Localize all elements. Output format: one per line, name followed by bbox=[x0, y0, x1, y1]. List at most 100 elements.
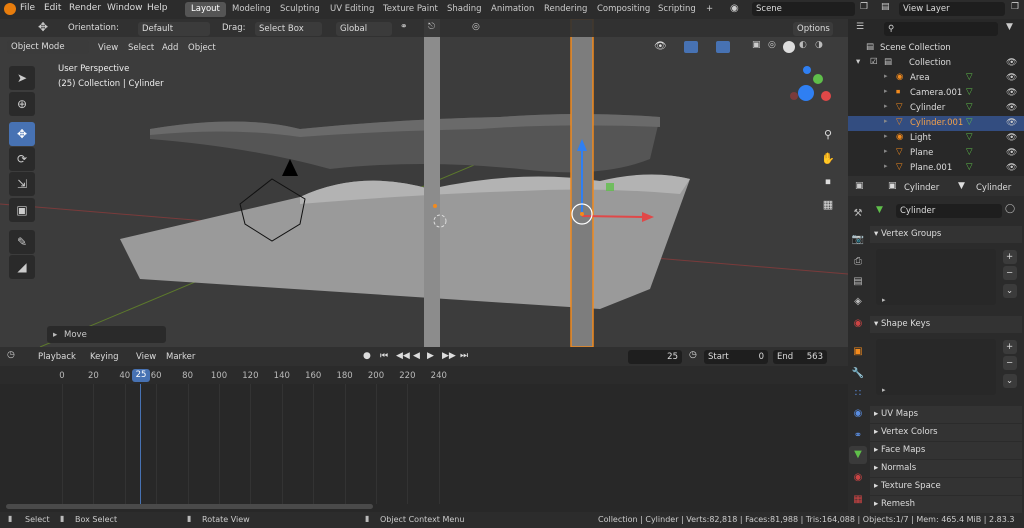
expand-icon[interactable]: ▸ bbox=[884, 72, 888, 80]
start-frame-field[interactable]: Start 0 bbox=[704, 350, 768, 364]
outliner-search-input[interactable]: ⚲ bbox=[884, 22, 998, 36]
eye-icon[interactable]: 👁 bbox=[1006, 148, 1017, 158]
expand-icon[interactable]: ▾ bbox=[856, 57, 860, 67]
outliner-item[interactable]: ▸ ▽ Cylinder ▽ 👁 bbox=[848, 101, 1024, 116]
tab-rendering[interactable]: Rendering bbox=[538, 2, 593, 17]
constraints-tab-icon[interactable]: ⚭ bbox=[850, 428, 866, 444]
list-expand-icon[interactable]: ▸ bbox=[882, 296, 886, 304]
tab-compositing[interactable]: Compositing bbox=[591, 2, 656, 17]
menu-render[interactable]: Render bbox=[69, 3, 101, 13]
section-collapsed[interactable]: ▸ Face Maps bbox=[870, 442, 1022, 459]
record-icon[interactable]: ● bbox=[363, 351, 371, 361]
world-tab-icon[interactable]: ◉ bbox=[850, 316, 866, 332]
section-shape-keys[interactable]: ▾ Shape Keys bbox=[870, 316, 1022, 333]
eye-icon[interactable]: 👁 bbox=[1006, 163, 1017, 173]
snap-icon[interactable]: ⎋ bbox=[428, 22, 435, 32]
shading-solid-icon[interactable] bbox=[783, 41, 795, 53]
overlay-toggle-icon[interactable] bbox=[716, 41, 730, 53]
outliner-item[interactable]: ▸ ◉ Area ▽ 👁 bbox=[848, 71, 1024, 86]
transform-gizmo-icon[interactable]: ✥ bbox=[38, 20, 48, 34]
timeline-scrollbar[interactable] bbox=[6, 504, 373, 509]
blender-logo-icon[interactable] bbox=[4, 3, 16, 15]
vertex-groups-list[interactable] bbox=[876, 249, 996, 305]
eye-icon[interactable]: 👁 bbox=[1006, 58, 1017, 68]
next-keyframe-icon[interactable]: ▶▶ bbox=[442, 351, 456, 361]
prev-keyframe-icon[interactable]: ◀◀ bbox=[396, 351, 410, 361]
scale-tool-icon[interactable]: ⇲ bbox=[9, 172, 35, 196]
data-tab-icon[interactable]: ▼ bbox=[849, 446, 867, 464]
outliner-editor-icon[interactable]: ☰ bbox=[856, 22, 864, 32]
tab-animation[interactable]: Animation bbox=[485, 2, 540, 17]
object-data-icon[interactable]: ▽ bbox=[966, 87, 973, 97]
ortho-grid-icon[interactable]: ▦ bbox=[818, 196, 838, 214]
pivot-icon[interactable]: ⚭ bbox=[400, 22, 408, 32]
shading-wireframe-icon[interactable]: ◎ bbox=[768, 40, 776, 50]
jump-end-icon[interactable]: ⏭ bbox=[460, 351, 468, 361]
shading-material-icon[interactable]: ◐ bbox=[799, 40, 807, 50]
remove-vertex-group-icon[interactable]: − bbox=[1003, 266, 1017, 280]
editor-type-icon[interactable]: ◷ bbox=[7, 350, 15, 360]
scene-collection-row[interactable]: ▤ Scene Collection bbox=[848, 41, 1024, 56]
annotate-tool-icon[interactable]: ✎ bbox=[9, 230, 35, 254]
fake-user-icon[interactable]: ◯ bbox=[1005, 204, 1015, 214]
menu-help[interactable]: Help bbox=[147, 3, 168, 13]
eye-icon[interactable]: 👁 bbox=[1006, 103, 1017, 113]
section-collapsed[interactable]: ▸ Texture Space bbox=[870, 478, 1022, 495]
expand-icon[interactable]: ▸ bbox=[884, 147, 888, 155]
tab-uv-editing[interactable]: UV Editing bbox=[324, 2, 380, 17]
expand-icon[interactable]: ▸ bbox=[884, 162, 888, 170]
camera-view-icon[interactable]: ⏹ bbox=[818, 173, 838, 191]
particles-tab-icon[interactable]: ∷ bbox=[850, 386, 866, 402]
outliner-item[interactable]: ▸ ⏹ Camera.001 ▽ 👁 bbox=[848, 86, 1024, 101]
pan-hand-icon[interactable]: ✋ bbox=[818, 150, 838, 168]
material-tab-icon[interactable]: ◉ bbox=[850, 470, 866, 486]
menu-file[interactable]: File bbox=[20, 3, 35, 13]
modifier-tab-icon[interactable]: 🔧 bbox=[850, 366, 866, 382]
proportional-edit-icon[interactable]: ◎ bbox=[472, 22, 480, 32]
expand-icon[interactable]: ▸ bbox=[884, 117, 888, 125]
scene-icon[interactable]: ◉ bbox=[730, 3, 739, 14]
xray-icon[interactable]: ▣ bbox=[752, 40, 761, 50]
outliner-item[interactable]: ▸ ▽ Plane.001 ▽ 👁 bbox=[848, 161, 1024, 176]
cursor-tool-icon[interactable]: ⊕ bbox=[9, 92, 35, 116]
tab-shading[interactable]: Shading bbox=[441, 2, 488, 17]
orientation-dropdown[interactable]: Default bbox=[138, 22, 210, 36]
physics-tab-icon[interactable]: ◉ bbox=[850, 406, 866, 422]
eye-icon[interactable]: 👁 bbox=[1006, 118, 1017, 128]
section-collapsed[interactable]: ▸ Remesh bbox=[870, 496, 1022, 513]
move-tool-icon[interactable]: ✥ bbox=[9, 122, 35, 146]
view-layer-tab-icon[interactable]: ▤ bbox=[850, 274, 866, 290]
expand-icon[interactable]: ▸ bbox=[884, 132, 888, 140]
remove-shape-key-icon[interactable]: − bbox=[1003, 356, 1017, 370]
transform-tool-icon[interactable]: ▣ bbox=[9, 198, 35, 222]
view-layer-icon[interactable]: ▤ bbox=[881, 2, 890, 12]
tab-texture-paint[interactable]: Texture Paint bbox=[377, 2, 444, 17]
object-tab-icon[interactable]: ▣ bbox=[850, 344, 866, 360]
tab-layout[interactable]: Layout bbox=[185, 2, 226, 17]
expand-icon[interactable]: ▸ bbox=[884, 87, 888, 95]
select-tool-icon[interactable]: ➤ bbox=[9, 66, 35, 90]
eye-icon[interactable]: 👁 bbox=[1006, 133, 1017, 143]
scene-tab-icon[interactable]: ◈ bbox=[850, 294, 866, 310]
shading-rendered-icon[interactable]: ◑ bbox=[815, 40, 823, 50]
menu-window[interactable]: Window bbox=[107, 3, 143, 13]
end-frame-field[interactable]: End 563 bbox=[773, 350, 827, 364]
object-data-icon[interactable]: ▽ bbox=[966, 102, 973, 112]
menu-keying[interactable]: Keying bbox=[90, 352, 119, 362]
drag-dropdown[interactable]: Select Box bbox=[255, 22, 322, 36]
playhead-marker[interactable]: 25 bbox=[132, 369, 150, 382]
gizmo-toggle-icon[interactable] bbox=[684, 41, 698, 53]
menu-object[interactable]: Object bbox=[188, 43, 216, 53]
view-layer-field[interactable]: View Layer bbox=[899, 2, 1005, 16]
collection-row[interactable]: ▾ ☑ ▤ Collection 👁 bbox=[848, 56, 1024, 71]
scene-field[interactable]: Scene bbox=[752, 2, 855, 16]
new-view-layer-icon[interactable]: ❐ bbox=[1011, 2, 1019, 12]
menu-select[interactable]: Select bbox=[128, 43, 154, 53]
tab-modeling[interactable]: Modeling bbox=[226, 2, 277, 17]
object-data-icon[interactable]: ▽ bbox=[966, 117, 973, 127]
play-reverse-icon[interactable]: ◀ bbox=[413, 351, 420, 361]
menu-timeline-view[interactable]: View bbox=[136, 352, 156, 362]
object-data-icon[interactable]: ▽ bbox=[966, 162, 973, 172]
rotate-tool-icon[interactable]: ⟳ bbox=[9, 147, 35, 171]
operator-collapse-icon[interactable]: ▸ bbox=[53, 330, 57, 340]
